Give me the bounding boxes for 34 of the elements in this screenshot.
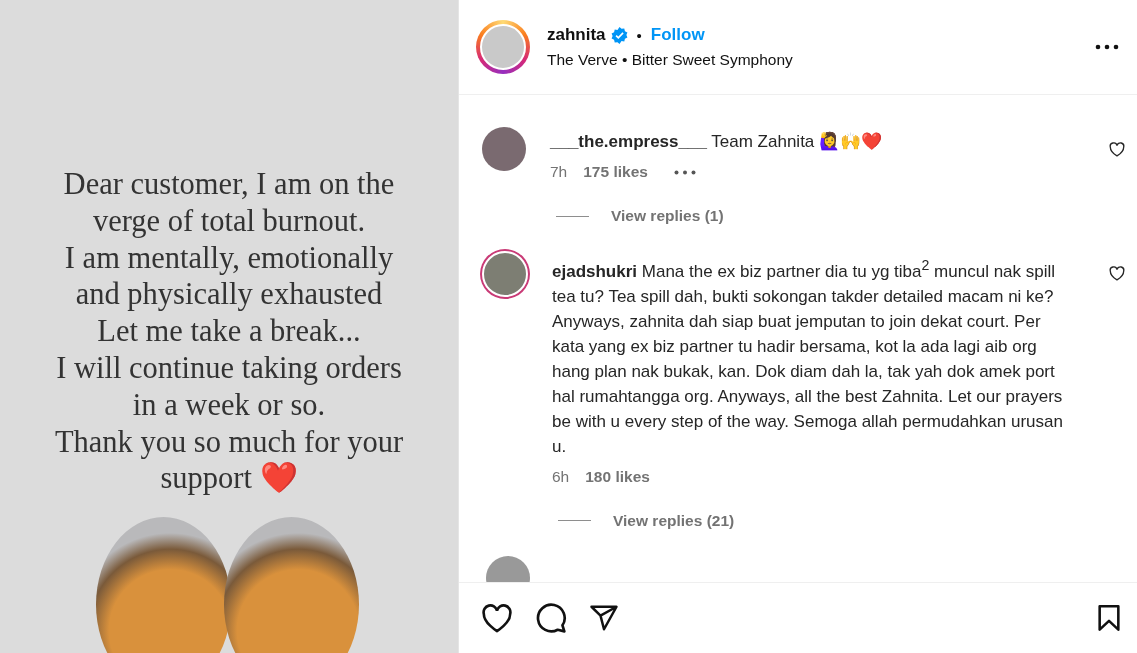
more-options-icon[interactable] [673,169,696,175]
comment-time: 6h [552,467,570,486]
username-link[interactable]: zahnita [547,25,606,45]
heart-icon[interactable] [1109,266,1125,281]
heart-icon[interactable] [481,603,513,633]
story-text-line: Let me take a break... [96,313,362,350]
profile-avatar[interactable] [476,20,530,74]
bookmark-icon[interactable] [1095,603,1123,633]
more-options-icon[interactable] [1095,44,1119,50]
story-text-line: in a week or so. [131,386,327,424]
story-text-line: Thank you so much for your [53,423,405,461]
username-link[interactable]: ejadshukri [552,261,638,281]
follow-link[interactable]: Follow [650,25,705,45]
heart-icon[interactable] [1109,142,1125,157]
story-text-line: support ❤ [159,460,299,498]
comment-bubble-icon[interactable] [535,602,567,634]
story-text-line: I will continue taking orders [55,350,403,387]
story-text-line: Dear customer, I am on the [62,166,396,203]
story-text-line: and physically exhausted [74,276,384,314]
likes-count[interactable]: 175 likes [583,163,648,181]
commenter-avatar[interactable] [482,127,526,171]
separator-dot: • [636,26,642,44]
view-replies-link[interactable]: View replies (21) [613,511,735,530]
commenter-avatar[interactable] [482,251,528,297]
view-replies-link[interactable]: View replies (1) [611,207,724,225]
story-text-line: I am mentally, emotionally [63,239,395,277]
comment-text: ___the.empress___ Team Zahnita 🙋‍♀🙌❤ [550,130,884,153]
comment-time: 7h [550,163,568,181]
paper-plane-icon[interactable] [589,603,619,633]
audio-link[interactable]: The Verve • Bitter Sweet Symphony [547,51,1078,69]
username-link[interactable]: ___the.empress___ [550,132,707,151]
story-text-line: verge of total burnout. [91,202,367,240]
likes-count[interactable]: 180 likes [585,467,650,486]
comment-text: ejadshukri Mana the ex biz partner dia tu yg tiba$^{2}$ muncul nak spill tea tu? Tea spill dah, bukti sokongan takder detailed macam ni ke? Anyways, zahnita dah siap buat jemputan to join dekat court. Per kata yang ex biz partner tu hadir bersama, kot la ada lagi aib org hang plan nak bukak, kan. Dok diam dah la, tak yah dok amek port hal rumahtangga org. Anyways, all the best Zahnita. Let our prayers be with u every step of the way. Semoga allah permudahkan urusan u. [552,256,1064,458]
